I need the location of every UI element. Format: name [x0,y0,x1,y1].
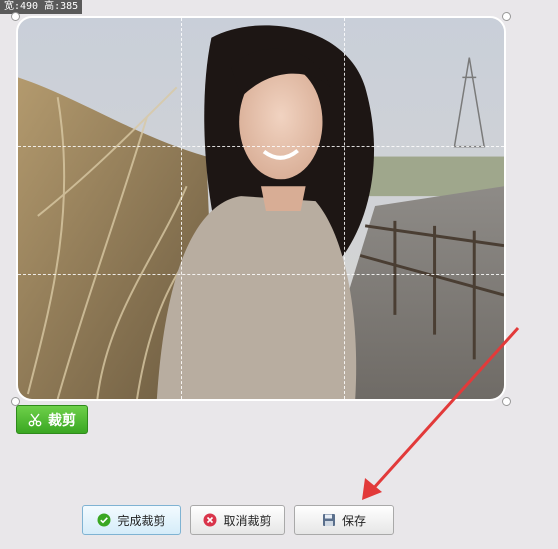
crop-handle-bottom-right[interactable] [502,397,511,406]
x-circle-icon [203,513,217,527]
crop-button[interactable]: 裁剪 [16,405,88,434]
crop-button-label: 裁剪 [48,412,76,429]
complete-crop-button[interactable]: 完成裁剪 [82,505,181,535]
crop-handle-top-right[interactable] [502,12,511,21]
grid-line [18,146,504,147]
cancel-crop-label: 取消裁剪 [223,513,272,528]
check-circle-icon [97,513,111,527]
cancel-crop-button[interactable]: 取消裁剪 [190,505,285,535]
grid-line [181,18,182,399]
grid-line [344,18,345,399]
floppy-disk-icon [322,514,335,526]
save-button[interactable]: 保存 [294,505,394,535]
crop-handle-top-left[interactable] [11,12,20,21]
grid-line [18,274,504,275]
complete-crop-label: 完成裁剪 [117,513,166,528]
photo-image [18,18,504,399]
scissors-icon [28,413,42,426]
crop-area[interactable] [16,16,506,401]
save-button-label: 保存 [341,513,366,528]
